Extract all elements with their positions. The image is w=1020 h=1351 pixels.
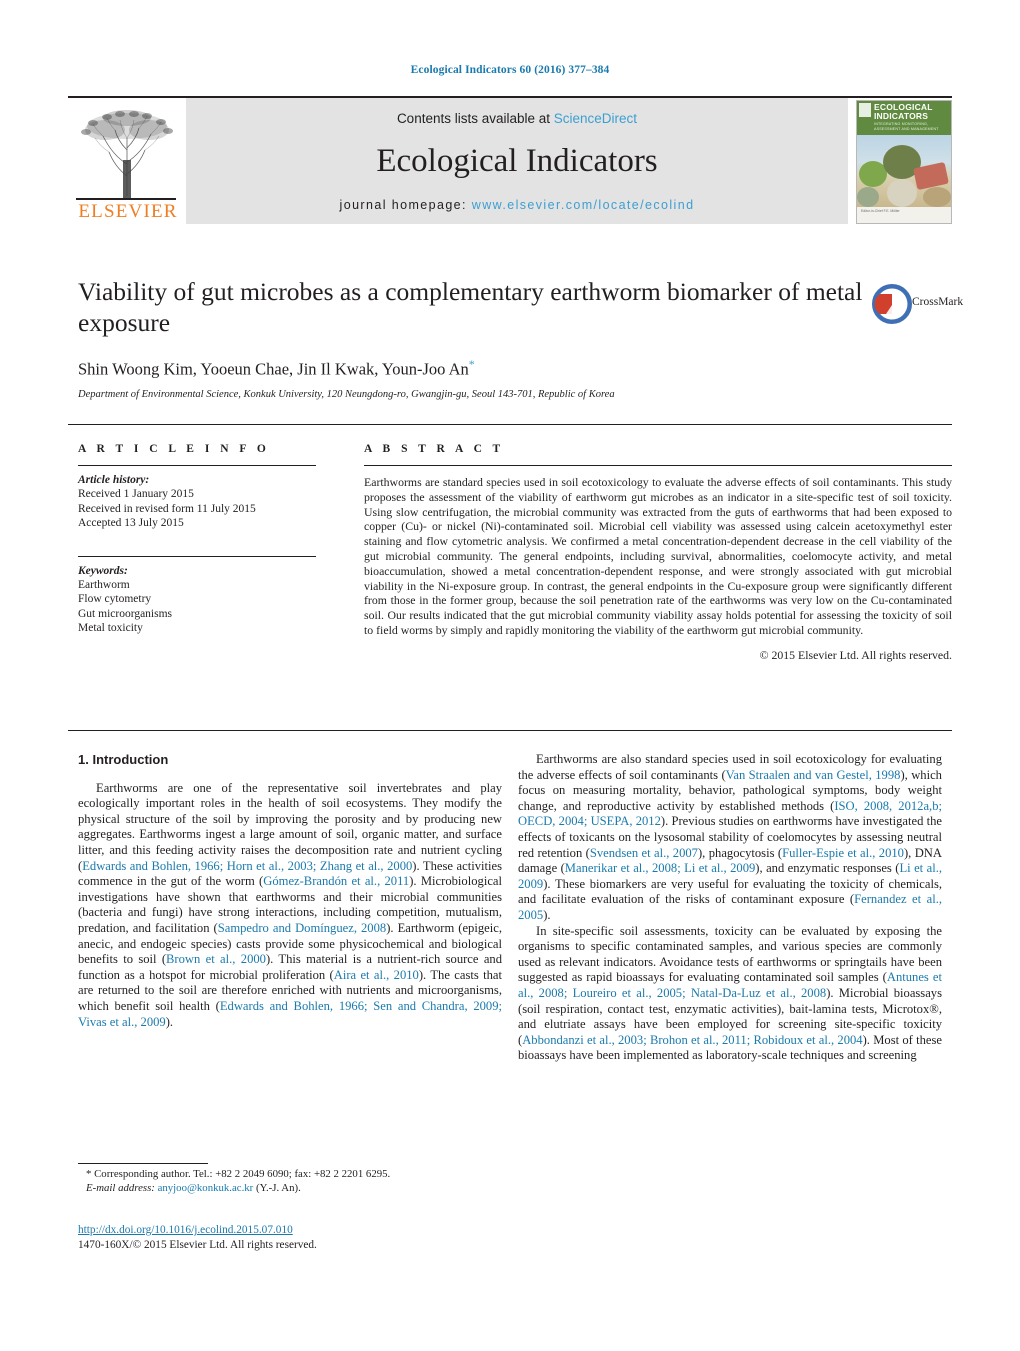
body-paragraph: Earthworms are one of the representative…	[78, 781, 502, 1031]
citation-link[interactable]: Manerikar et al., 2008; Li et al., 2009	[565, 861, 756, 875]
elsevier-wordmark: ELSEVIER	[78, 201, 178, 222]
cover-subtitle: INTEGRATING MONITORING, ASSESSMENT AND M…	[874, 122, 939, 131]
homepage-prefix: journal homepage:	[339, 198, 472, 212]
cover-header: ECOLOGICAL INDICATORS INTEGRATING MONITO…	[857, 101, 951, 135]
journal-cover: ECOLOGICAL INDICATORS INTEGRATING MONITO…	[856, 98, 952, 224]
issn-copyright-line: 1470-160X/© 2015 Elsevier Ltd. All right…	[78, 1239, 317, 1251]
author-names: Shin Woong Kim, Yooeun Chae, Jin Il Kwak…	[78, 359, 469, 379]
affiliation: Department of Environmental Science, Kon…	[78, 388, 615, 400]
journal-masthead: ELSEVIER Contents lists available at Sci…	[68, 96, 952, 224]
article-info-heading: A R T I C L E I N F O	[78, 443, 270, 455]
doi-block: http://dx.doi.org/10.1016/j.ecolind.2015…	[78, 1223, 518, 1253]
keywords-rule	[78, 555, 316, 557]
contents-available-line: Contents lists available at ScienceDirec…	[186, 111, 848, 126]
abstract-copyright: © 2015 Elsevier Ltd. All rights reserved…	[759, 647, 952, 662]
email-suffix: (Y.-J. An).	[255, 1181, 301, 1194]
body-text: ).	[165, 1014, 174, 1029]
cover-title: ECOLOGICAL INDICATORS	[874, 103, 933, 121]
footnote-rule	[78, 1163, 208, 1164]
crossmark-badge[interactable]: CrossMark	[872, 284, 964, 324]
citation-link[interactable]: Sampedro and Domínguez, 2008	[218, 921, 386, 935]
cover-blob-field	[923, 187, 951, 207]
abstract-block: A B S T R A C T Earthworms are standard …	[364, 443, 952, 663]
article-history-accepted: Accepted 13 July 2015	[78, 517, 184, 529]
homepage-url-link[interactable]: www.elsevier.com/locate/ecolind	[472, 198, 695, 212]
info-top-rule	[68, 424, 952, 425]
cover-editor: Editor-in-Chief F.E. Müller	[861, 209, 900, 213]
body-column-left: 1. Introduction Earthworms are one of th…	[78, 752, 502, 1030]
cover-footer: Editor-in-Chief F.E. Müller	[857, 207, 951, 221]
info-bottom-rule	[68, 730, 952, 731]
abstract-text: Earthworms are standard species used in …	[364, 475, 952, 637]
body-column-right: Earthworms are also standard species use…	[518, 752, 942, 1064]
body-paragraph: In site-specific soil assessments, toxic…	[518, 924, 942, 1064]
journal-panel: Contents lists available at ScienceDirec…	[186, 98, 848, 224]
article-history-label: Article history:	[78, 474, 150, 486]
citation-link[interactable]: Gómez-Brandón et al., 2011	[263, 874, 409, 888]
citation-link[interactable]: Fuller-Espie et al., 2010	[782, 846, 904, 860]
citation-link[interactable]: Aira et al., 2010	[334, 968, 419, 982]
sciencedirect-link[interactable]: ScienceDirect	[554, 111, 637, 126]
section-heading-introduction: 1. Introduction	[78, 752, 169, 767]
citation-link[interactable]: Brown et al., 2000	[166, 952, 266, 966]
cover-blob-bird	[887, 179, 917, 207]
journal-homepage-line: journal homepage: www.elsevier.com/locat…	[186, 198, 848, 212]
citation-link[interactable]: Abbondanzi et al., 2003; Brohon et al., …	[522, 1033, 862, 1047]
elsevier-logo: ELSEVIER	[68, 98, 186, 224]
email-label: E-mail address:	[86, 1181, 155, 1194]
keyword-item: Metal toxicity	[78, 622, 143, 634]
cover-photo-collage	[857, 135, 951, 207]
article-info-spacer	[78, 531, 316, 546]
keywords-label: Keywords:	[78, 564, 128, 577]
elsevier-tree-icon	[81, 110, 173, 198]
corresponding-author-note: * Corresponding author. Tel.: +82 2 2049…	[86, 1168, 391, 1180]
citation-link[interactable]: Edwards and Bohlen, 1966; Horn et al., 2…	[82, 859, 412, 873]
article-title: Viability of gut microbes as a complemen…	[78, 277, 863, 337]
email-note: E-mail address: anyjoo@konkuk.ac.kr (Y.-…	[78, 1182, 502, 1196]
corresponding-author-marker: *	[468, 357, 475, 371]
journal-title: Ecological Indicators	[376, 143, 658, 179]
body-text: ), and enzymatic responses (	[755, 861, 900, 876]
citation-link[interactable]: Van Straalen and van Gestel, 1998	[726, 768, 901, 782]
citation-link[interactable]: Svendsen et al., 2007	[590, 846, 698, 860]
keyword-item: Flow cytometry	[78, 593, 152, 605]
abstract-rule	[364, 465, 952, 466]
article-history-received: Received 1 January 2015	[78, 488, 194, 500]
crossmark-icon	[872, 284, 912, 324]
doi-link[interactable]: http://dx.doi.org/10.1016/j.ecolind.2015…	[78, 1223, 518, 1238]
cover-elsevier-icon	[859, 103, 871, 117]
journal-cover-thumbnail: ECOLOGICAL INDICATORS INTEGRATING MONITO…	[856, 100, 952, 224]
cover-blob-soil	[857, 187, 879, 207]
footnote-block: * Corresponding author. Tel.: +82 2 2049…	[78, 1168, 502, 1195]
article-info-rule	[78, 465, 316, 466]
elsevier-rule	[76, 198, 176, 200]
crossmark-label: CrossMark	[912, 296, 964, 308]
article-info-block: A R T I C L E I N F O Article history: R…	[78, 443, 316, 636]
article-history-revised: Received in revised form 11 July 2015	[78, 502, 256, 515]
right-column-paragraphs: Earthworms are also standard species use…	[518, 752, 942, 1064]
article-first-page: Ecological Indicators 60 (2016) 377–384	[0, 0, 1020, 1351]
title-block: Viability of gut microbes as a complemen…	[78, 276, 868, 400]
abstract-heading: A B S T R A C T	[364, 443, 505, 455]
running-head: Ecological Indicators 60 (2016) 377–384	[410, 64, 610, 76]
keyword-item: Earthworm	[78, 578, 130, 591]
left-column-paragraphs: Earthworms are one of the representative…	[78, 781, 502, 1031]
body-text: ).	[543, 907, 551, 922]
body-text: In site-specific soil assessments, toxic…	[518, 923, 942, 985]
body-paragraph: Earthworms are also standard species use…	[518, 752, 942, 924]
cover-title-line2: INDICATORS	[874, 111, 929, 121]
email-link[interactable]: anyjoo@konkuk.ac.kr	[158, 1182, 254, 1194]
contents-prefix: Contents lists available at	[396, 111, 554, 126]
keyword-item: Gut microorganisms	[78, 607, 173, 620]
body-text: ), phagocytosis (	[697, 845, 783, 860]
author-list: Shin Woong Kim, Yooeun Chae, Jin Il Kwak…	[78, 357, 868, 380]
